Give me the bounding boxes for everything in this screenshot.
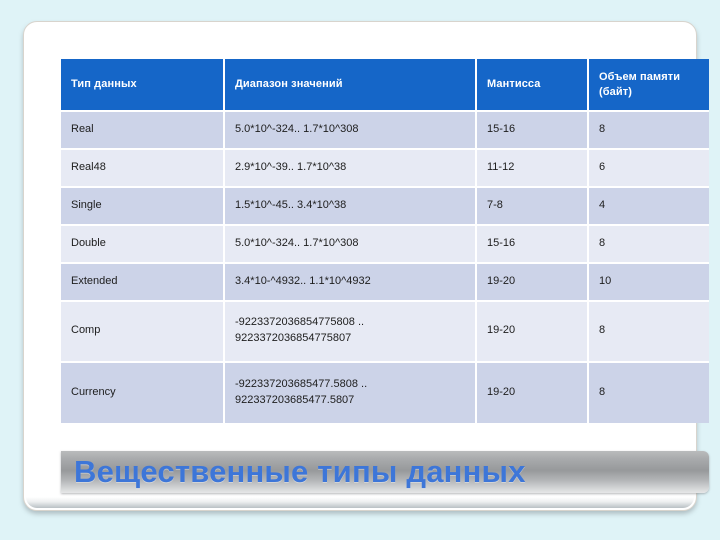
cell-type: Currency: [61, 361, 225, 423]
table-row: Currency -922337203685477.5808 .. 922337…: [61, 361, 709, 423]
cell-memory: 8: [588, 111, 709, 150]
cell-range: 2.9*10^-39.. 1.7*10^38: [224, 148, 477, 188]
cell-type: Extended: [61, 262, 225, 302]
table-row: Double 5.0*10^-324.. 1.7*10^308 15-16 8: [61, 224, 709, 264]
cell-mantissa: 19-20: [476, 300, 589, 363]
table-header-row: Тип данных Диапазон значений Мантисса Об…: [61, 59, 709, 112]
cell-mantissa: 15-16: [476, 224, 589, 264]
cell-mantissa: 19-20: [476, 262, 589, 302]
cell-mantissa: 7-8: [476, 186, 589, 226]
cell-memory: 6: [588, 148, 709, 188]
cell-type: Real: [61, 111, 225, 150]
cell-range: 3.4*10-^4932.. 1.1*10^4932: [224, 262, 477, 302]
cell-type: Comp: [61, 300, 225, 363]
cell-memory: 8: [588, 300, 709, 363]
cell-mantissa: 19-20: [476, 361, 589, 423]
cell-mantissa: 15-16: [476, 111, 589, 150]
cell-range: 5.0*10^-324.. 1.7*10^308: [224, 111, 477, 150]
table-body: Real 5.0*10^-324.. 1.7*10^308 15-16 8 Re…: [61, 111, 709, 423]
data-types-table: Тип данных Диапазон значений Мантисса Об…: [61, 59, 709, 423]
column-header-type: Тип данных: [61, 59, 225, 112]
cell-type: Single: [61, 186, 225, 226]
table-row: Real 5.0*10^-324.. 1.7*10^308 15-16 8: [61, 111, 709, 150]
cell-range: -9223372036854775808 .. 9223372036854775…: [224, 300, 477, 363]
cell-mantissa: 11-12: [476, 148, 589, 188]
column-header-mantissa: Мантисса: [476, 59, 589, 112]
table-row: Real48 2.9*10^-39.. 1.7*10^38 11-12 6: [61, 148, 709, 188]
data-table-container: Тип данных Диапазон значений Мантисса Об…: [61, 59, 709, 423]
cell-memory: 10: [588, 262, 709, 302]
cell-range: 1.5*10^-45.. 3.4*10^38: [224, 186, 477, 226]
column-header-memory: Объем памяти (байт): [588, 59, 709, 112]
cell-memory: 4: [588, 186, 709, 226]
slide-title-banner: Вещественные типы данных: [61, 451, 709, 493]
table-row: Single 1.5*10^-45.. 3.4*10^38 7-8 4: [61, 186, 709, 226]
cell-type: Real48: [61, 148, 225, 188]
cell-range: 5.0*10^-324.. 1.7*10^308: [224, 224, 477, 264]
cell-memory: 8: [588, 224, 709, 264]
cell-range: -922337203685477.5808 .. 922337203685477…: [224, 361, 477, 423]
column-header-range: Диапазон значений: [224, 59, 477, 112]
table-row: Comp -9223372036854775808 .. 92233720368…: [61, 300, 709, 363]
table-header: Тип данных Диапазон значений Мантисса Об…: [61, 59, 709, 112]
table-row: Extended 3.4*10-^4932.. 1.1*10^4932 19-2…: [61, 262, 709, 302]
cell-type: Double: [61, 224, 225, 264]
slide-frame: Тип данных Диапазон значений Мантисса Об…: [23, 21, 709, 511]
page-title: Вещественные типы данных: [74, 454, 526, 489]
cell-memory: 8: [588, 361, 709, 423]
